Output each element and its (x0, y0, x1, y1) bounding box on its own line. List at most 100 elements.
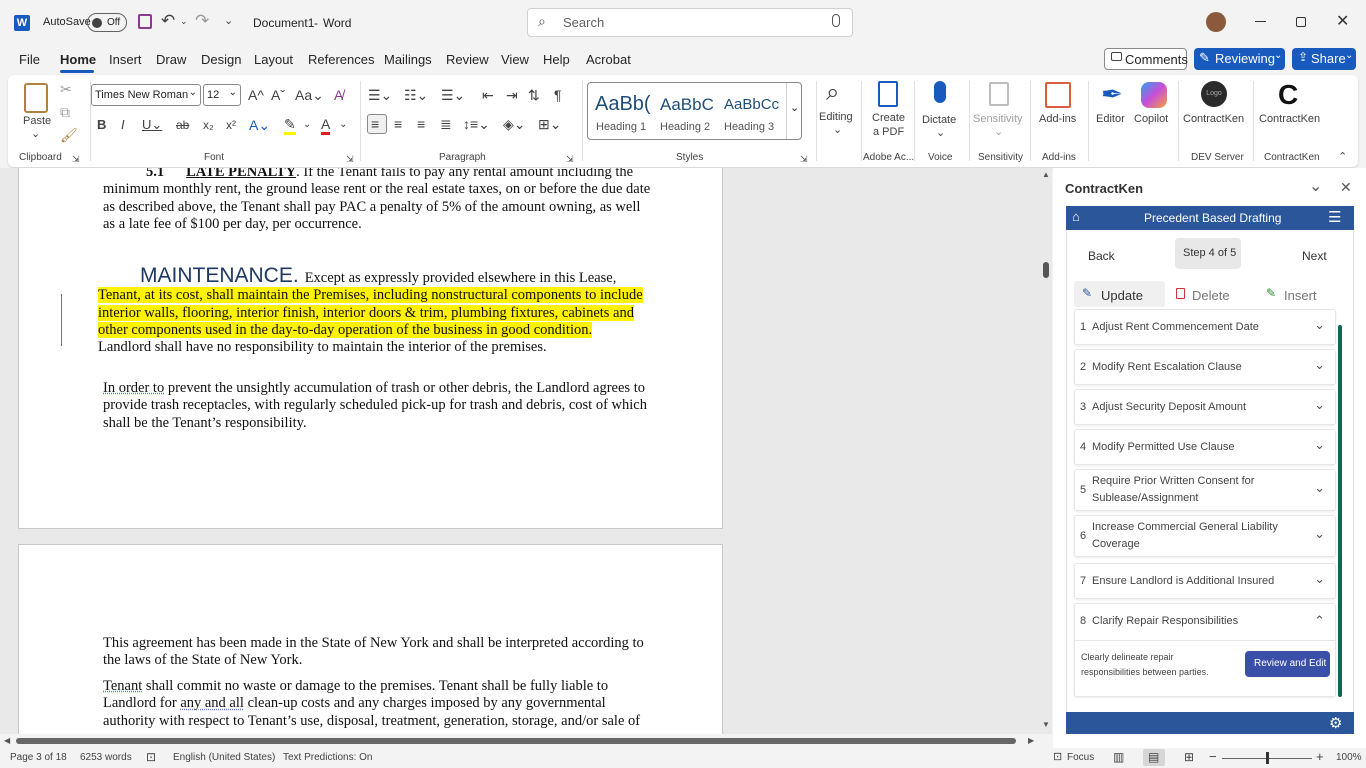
chevron-down-icon[interactable]: ⌄ (1314, 437, 1325, 453)
chevron-down-icon[interactable]: ⌄ (1314, 526, 1325, 542)
avatar[interactable] (1206, 12, 1226, 32)
reviewing-button[interactable]: ✎ Reviewing ⌄ (1194, 48, 1285, 70)
scroll-left-icon[interactable]: ◀ (4, 736, 10, 745)
home-icon[interactable]: ⌂ (1072, 209, 1080, 224)
chevron-down-icon[interactable]: ⌄ (1309, 176, 1322, 196)
chevron-down-icon[interactable]: ⌄ (1314, 480, 1325, 496)
read-mode-icon[interactable]: ▥ (1113, 750, 1124, 764)
scroll-right-icon[interactable]: ▶ (1028, 736, 1034, 745)
paste-button[interactable]: Paste ⌄ (18, 79, 54, 141)
web-layout-icon[interactable]: ⊞ (1184, 750, 1194, 764)
paragraph-maintenance[interactable]: MAINTENANCE. Except as expressly provided… (98, 265, 648, 356)
contractken-dev-button[interactable]: Logo ContractKen (1180, 79, 1248, 141)
gear-icon[interactable]: ⚙ (1329, 714, 1342, 732)
style-heading-1[interactable]: AaBb( Heading 1 (590, 85, 654, 137)
focus-label[interactable]: Focus (1067, 752, 1094, 763)
chevron-up-icon[interactable]: ⌃ (1314, 613, 1325, 629)
zoom-slider-thumb[interactable] (1266, 752, 1269, 764)
next-button[interactable]: Next (1302, 249, 1327, 263)
customize-qat-icon[interactable]: ⌄ (224, 14, 233, 27)
dialog-launcher-icon[interactable]: ⇲ (800, 151, 808, 167)
sort-icon[interactable]: ⇅ (528, 87, 540, 103)
chevron-down-icon[interactable]: ⌄ (1314, 317, 1325, 333)
page-count[interactable]: Page 3 of 18 (10, 752, 67, 763)
sensitivity-button[interactable]: Sensitivity ⌄ (970, 79, 1028, 141)
chevron-down-icon[interactable]: ⌄ (1314, 571, 1325, 587)
tab-help[interactable]: Help (543, 52, 570, 67)
tab-draw[interactable]: Draw (156, 52, 186, 67)
strikethrough-icon[interactable]: ab (176, 117, 189, 133)
paragraph-waste[interactable]: Tenant shall commit no waste or damage t… (103, 678, 648, 730)
bold-icon[interactable]: B (97, 117, 106, 133)
focus-icon[interactable]: ⊡ (1053, 750, 1062, 763)
highlight-color-icon[interactable]: ✎ (284, 116, 296, 135)
copilot-button[interactable]: Copilot (1132, 79, 1174, 141)
minimize-icon[interactable] (1255, 21, 1266, 22)
superscript-icon[interactable]: x² (226, 117, 236, 133)
tab-references[interactable]: References (308, 52, 374, 67)
paragraph-trash[interactable]: In order to prevent the unsightly accumu… (103, 380, 648, 432)
change-case-icon[interactable]: Aa⌄ (295, 87, 324, 103)
undo-icon[interactable]: ↶ (161, 11, 175, 31)
tab-acrobat[interactable]: Acrobat (586, 52, 631, 67)
list-item-expanded[interactable]: 8 Clarify Repair Responsibilities ⌃ Clea… (1074, 603, 1336, 697)
vertical-scrollbar[interactable]: ▲ ▼ (1040, 168, 1052, 734)
document-canvas[interactable]: 5.1 LATE PENALTY. If the Tenant fails to … (0, 168, 1040, 734)
zoom-in-icon[interactable]: + (1316, 749, 1324, 764)
scroll-down-icon[interactable]: ▼ (1042, 720, 1050, 729)
text-effects-icon[interactable]: A⌄ (249, 117, 270, 133)
styles-gallery[interactable]: AaBb( Heading 1 AaBbC Heading 2 AaBbCc H… (587, 82, 802, 140)
tab-insert-clause[interactable]: ✎ Insert (1262, 281, 1332, 307)
back-button[interactable]: Back (1088, 249, 1115, 263)
list-item[interactable]: 6 Increase Commercial General Liability … (1074, 515, 1336, 557)
word-count[interactable]: 6253 words (80, 752, 132, 763)
chevron-down-icon[interactable]: ⌄ (303, 117, 311, 133)
tab-file[interactable]: File (19, 52, 40, 67)
tab-layout[interactable]: Layout (254, 52, 293, 67)
list-item[interactable]: 7 Ensure Landlord is Additional Insured … (1074, 563, 1336, 599)
comments-button[interactable]: Comments (1104, 48, 1188, 70)
align-left-button[interactable]: ≡ (367, 114, 387, 134)
list-item[interactable]: 1 Adjust Rent Commencement Date ⌄ (1074, 309, 1336, 345)
bullets-icon[interactable]: ☰⌄ (368, 87, 392, 103)
dialog-launcher-icon[interactable]: ⇲ (566, 151, 574, 167)
collapse-ribbon-icon[interactable]: ⌃ (1338, 149, 1347, 165)
style-heading-2[interactable]: AaBbC Heading 2 (656, 85, 720, 137)
tab-home[interactable]: Home (60, 52, 96, 67)
scroll-up-icon[interactable]: ▲ (1042, 170, 1050, 179)
italic-icon[interactable]: I (121, 117, 125, 133)
create-pdf-button[interactable]: Create a PDF (866, 79, 908, 141)
tab-update[interactable]: ✎ Update (1074, 281, 1165, 307)
cut-icon[interactable]: ✂ (60, 81, 72, 97)
pane-scrollbar[interactable] (1338, 325, 1342, 697)
tab-insert[interactable]: Insert (109, 52, 142, 67)
scroll-thumb[interactable] (16, 738, 1016, 744)
addins-button[interactable]: Add-ins (1036, 79, 1082, 141)
format-painter-icon[interactable]: 🖌 (60, 127, 78, 143)
dialog-launcher-icon[interactable]: ⇲ (72, 151, 80, 167)
list-item[interactable]: 5 Require Prior Written Consent for Subl… (1074, 469, 1336, 511)
language[interactable]: English (United States) (173, 752, 275, 763)
review-and-edit-button[interactable]: Review and Edit (1245, 651, 1330, 677)
tab-mailings[interactable]: Mailings (384, 52, 432, 67)
tab-delete[interactable]: Delete (1170, 281, 1250, 307)
dialog-launcher-icon[interactable]: ⇲ (346, 151, 354, 167)
dictate-button[interactable]: Dictate ⌄ (918, 79, 962, 141)
proofing-icon[interactable]: ⊡ (146, 750, 156, 764)
editor-button[interactable]: ✒ Editor (1093, 79, 1131, 141)
print-layout-button[interactable]: ▤ (1143, 749, 1165, 766)
microphone-icon[interactable] (832, 14, 840, 27)
show-formatting-icon[interactable]: ¶ (554, 87, 562, 103)
shading-icon[interactable]: ◈⌄ (503, 116, 526, 132)
subscript-icon[interactable]: x₂ (203, 117, 214, 133)
paragraph-governing-law[interactable]: This agreement has been made in the Stat… (103, 635, 648, 670)
tab-review[interactable]: Review (446, 52, 489, 67)
list-item[interactable]: 3 Adjust Security Deposit Amount ⌄ (1074, 389, 1336, 425)
styles-more-button[interactable]: ⌄ (786, 83, 802, 139)
chevron-down-icon[interactable]: ⌄ (339, 117, 347, 133)
text-predictions[interactable]: Text Predictions: On (283, 752, 372, 763)
shrink-font-icon[interactable]: Aˇ (271, 87, 285, 103)
line-spacing-icon[interactable]: ↕≡⌄ (463, 116, 490, 132)
contractken-button[interactable]: C ContractKen (1256, 79, 1324, 141)
chevron-down-icon[interactable]: ⌄ (1314, 397, 1325, 413)
